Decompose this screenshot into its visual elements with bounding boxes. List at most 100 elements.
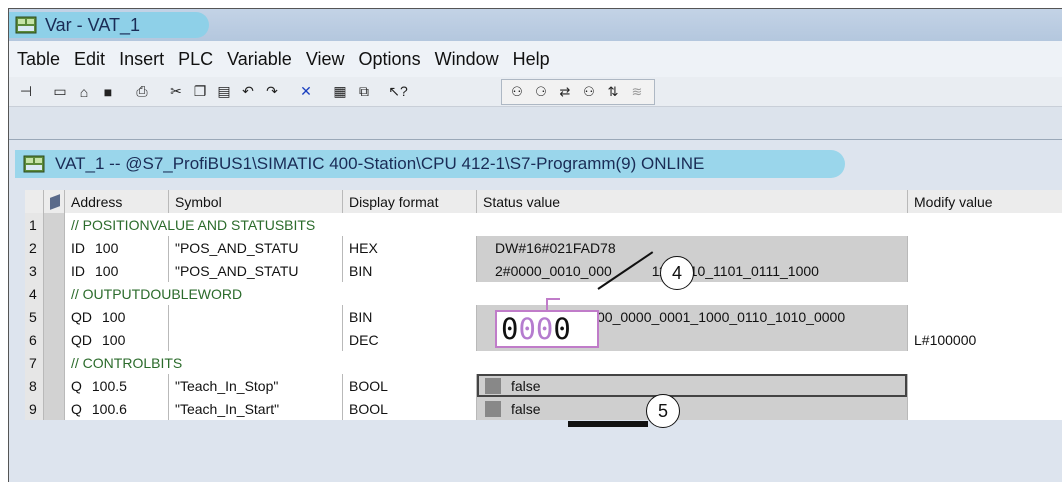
col-header-status-value[interactable]: Status value [477,190,908,213]
format-cell[interactable]: DEC [343,328,477,351]
new-icon[interactable]: ▭ [49,81,71,103]
menu-edit[interactable]: Edit [74,49,105,70]
save-icon[interactable]: ■ [97,81,119,103]
paste-icon[interactable]: ▤ [213,81,235,103]
col-header-symbol[interactable]: Symbol [169,190,343,213]
row-comment[interactable]: // CONTROLBITS [65,351,1062,374]
menu-variable[interactable]: Variable [227,49,292,70]
operand-address: 100.5 [91,377,127,394]
cut-icon[interactable]: ✂ [165,81,187,103]
address-cell[interactable]: ID 100 [65,259,169,282]
format-cell[interactable]: BIN [343,259,477,282]
symbol-cell[interactable]: "POS_AND_STATU [169,236,343,259]
monitor-icon[interactable]: ▦ [329,81,351,103]
modify-cell[interactable]: L#100000 [908,328,1062,351]
table-row[interactable]: 1 // POSITIONVALUE AND STATUSBITS [25,213,1062,236]
redo-icon[interactable]: ↷ [261,81,283,103]
status-bool-selected[interactable]: false [477,374,907,397]
address-cell[interactable]: ID 100 [65,236,169,259]
operand: QD [71,308,92,325]
col-header-address[interactable]: Address [65,190,169,213]
menu-table[interactable]: Table [17,49,60,70]
row-flag [44,397,65,420]
status-cell: DW#16#021FAD78 [477,236,908,259]
child-title-pill: VAT_1 -- @S7_ProfiBUS1\SIMATIC 400-Stati… [15,150,845,178]
row-flag [44,259,65,282]
menu-help[interactable]: Help [513,49,550,70]
help-pointer-icon[interactable]: ↖? [387,81,409,103]
address-cell[interactable]: Q 100.5 [65,374,169,397]
symbol-cell[interactable]: "Teach_In_Start" [169,397,343,420]
row-number: 4 [25,282,44,305]
menu-plc[interactable]: PLC [178,49,213,70]
menu-window[interactable]: Window [435,49,499,70]
table-row[interactable]: 3 ID 100 "POS_AND_STATU BIN 2#0000_0010_0… [25,259,1062,282]
col-header-modify-value[interactable]: Modify value [908,190,1062,213]
status-cell[interactable]: false [477,374,908,397]
status-value: DW#16#021FAD78 [477,236,907,259]
row-flag [44,374,65,397]
address-cell[interactable]: Q 100.6 [65,397,169,420]
status-cell[interactable]: false [477,397,908,420]
format-cell[interactable]: BIN [343,305,477,328]
insert-var-icon[interactable]: ⧉ [353,81,375,103]
modify-cell[interactable] [908,305,1062,328]
symbol-cell[interactable] [169,305,343,328]
row-comment[interactable]: // OUTPUTDOUBLEWORD [65,282,1062,305]
table-row[interactable]: 2 ID 100 "POS_AND_STATU HEX DW#16#021FAD7… [25,236,1062,259]
modify-var-icon[interactable]: ⚆ [530,81,552,103]
variable-table: Address Symbol Display format Status val… [25,190,1062,420]
col-header-display-format[interactable]: Display format [343,190,477,213]
trigger-icon[interactable]: ⇄ [554,81,576,103]
modify-once-icon[interactable]: ⇅ [602,81,624,103]
delete-icon[interactable]: ✕ [295,81,317,103]
operand: Q [71,400,82,417]
symbol-cell[interactable]: "POS_AND_STATU [169,259,343,282]
force-icon[interactable]: ≋ [626,81,648,103]
table-header-row: Address Symbol Display format Status val… [25,190,1062,213]
copy-icon[interactable]: ❐ [189,81,211,103]
menu-options[interactable]: Options [359,49,421,70]
monitor-once-icon[interactable]: ⚇ [578,81,600,103]
callout-4: 4 [660,256,694,290]
row-comment[interactable]: // POSITIONVALUE AND STATUSBITS [65,213,1062,236]
row-number: 7 [25,351,44,374]
address-cell[interactable]: QD 100 [65,305,169,328]
menu-view[interactable]: View [306,49,345,70]
table-row[interactable]: 9 Q 100.6 "Teach_In_Start" BOOL false [25,397,1062,420]
symbol-cell[interactable]: "Teach_In_Stop" [169,374,343,397]
pin-icon[interactable]: ⊣ [15,81,37,103]
operand-address: 100 [102,331,126,348]
operand: ID [71,262,85,279]
var-table-icon [15,16,37,34]
symbol-cell[interactable] [169,328,343,351]
row-flag [44,305,65,328]
bool-state-indicator [485,400,501,417]
modify-cell[interactable] [908,259,1062,282]
open-icon[interactable]: ⌂ [73,81,95,103]
row-number: 5 [25,305,44,328]
monitor-var-icon[interactable]: ⚇ [506,81,528,103]
title-pill: Var - VAT_1 [9,12,209,38]
row-flag [44,328,65,351]
bool-state-indicator [485,377,501,394]
format-cell[interactable]: BOOL [343,397,477,420]
operand: Q [71,377,82,394]
menu-insert[interactable]: Insert [119,49,164,70]
var-table-icon [23,155,45,173]
address-cell[interactable]: QD 100 [65,328,169,351]
table-row[interactable]: 7 // CONTROLBITS [25,351,1062,374]
print-icon[interactable]: ⎙ [131,81,153,103]
operand-address: 100 [95,262,119,279]
status-bool[interactable]: false [477,397,907,420]
format-cell[interactable]: HEX [343,236,477,259]
modify-cell[interactable] [908,236,1062,259]
table-row[interactable]: 4 // OUTPUTDOUBLEWORD [25,282,1062,305]
table-row[interactable]: 8 Q 100.5 "Teach_In_Stop" BOOL false [25,374,1062,397]
row-flag [44,213,65,236]
modify-cell[interactable] [908,397,1062,420]
modify-cell[interactable] [908,374,1062,397]
status-value-head: 2#0000_0010_000 [495,262,612,279]
format-cell[interactable]: BOOL [343,374,477,397]
undo-icon[interactable]: ↶ [237,81,259,103]
